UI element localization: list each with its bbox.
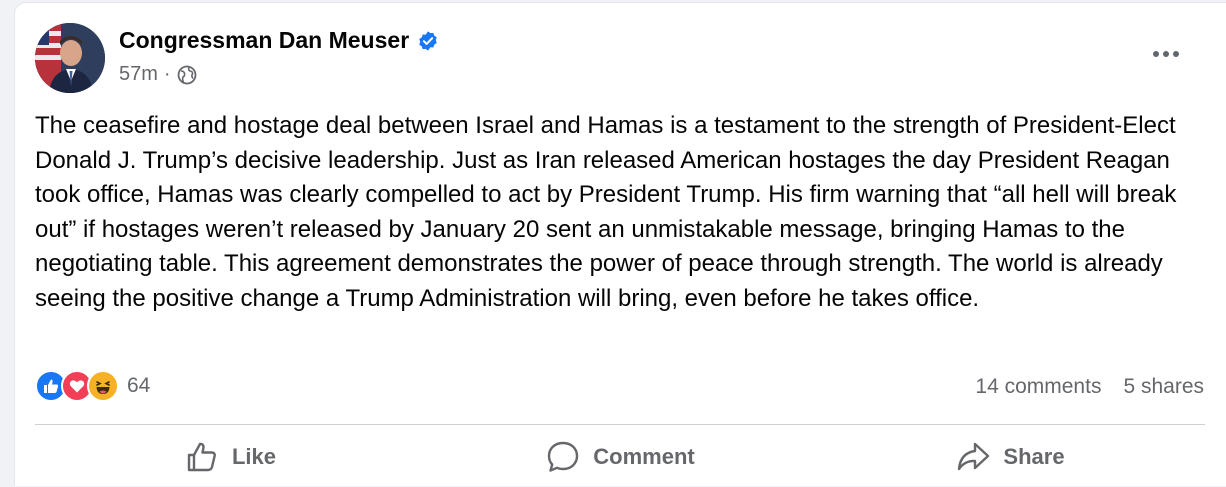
reactions-summary[interactable]: 64 bbox=[35, 370, 150, 402]
author-name[interactable]: Congressman Dan Meuser bbox=[119, 27, 409, 54]
verified-badge-icon bbox=[419, 30, 437, 51]
haha-icon bbox=[87, 370, 119, 402]
post-actions-bar: Like Comment Share bbox=[35, 427, 1205, 487]
meta-separator: · bbox=[163, 63, 171, 85]
thumbs-up-icon bbox=[187, 442, 216, 472]
post-stats: 14 comments 5 shares bbox=[975, 375, 1204, 399]
more-options-button[interactable] bbox=[1146, 41, 1186, 67]
divider bbox=[35, 424, 1205, 425]
share-icon bbox=[958, 442, 990, 471]
post-meta: 57m · bbox=[119, 63, 197, 86]
post-timestamp[interactable]: 57m bbox=[119, 63, 158, 86]
author-row: Congressman Dan Meuser bbox=[119, 27, 439, 54]
like-button[interactable]: Like bbox=[35, 427, 425, 487]
dot-icon bbox=[1153, 51, 1159, 57]
avatar[interactable] bbox=[35, 23, 105, 93]
like-label: Like bbox=[231, 444, 277, 469]
post-text: The ceasefire and hostage deal between I… bbox=[35, 112, 1177, 312]
shares-count-link[interactable]: 5 shares bbox=[1123, 375, 1204, 399]
comment-icon bbox=[548, 441, 579, 472]
comment-button[interactable]: Comment bbox=[425, 427, 815, 487]
reaction-count: 64 bbox=[127, 374, 151, 397]
dot-icon bbox=[1163, 51, 1169, 57]
post-card: Congressman Dan Meuser 57m · The ceasefi… bbox=[14, 2, 1226, 486]
comment-label: Comment bbox=[593, 444, 695, 469]
share-label: Share bbox=[1003, 444, 1065, 469]
comments-count-link[interactable]: 14 comments bbox=[975, 375, 1101, 399]
share-button[interactable]: Share bbox=[815, 427, 1205, 487]
globe-icon[interactable] bbox=[177, 65, 197, 85]
dot-icon bbox=[1173, 51, 1179, 57]
